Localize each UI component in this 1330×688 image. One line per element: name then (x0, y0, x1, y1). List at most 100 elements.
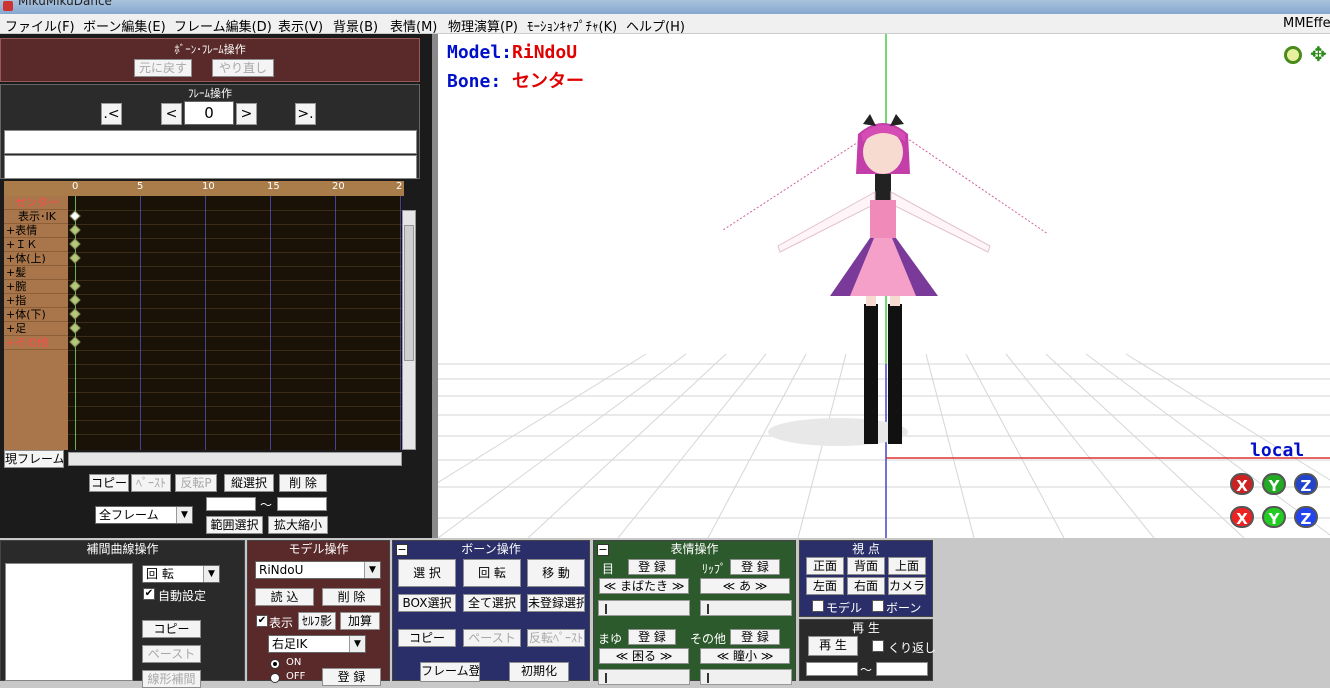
keyframe-marker[interactable] (69, 308, 81, 320)
curve-editor[interactable] (5, 563, 133, 681)
row-label-lower-body[interactable]: +体(下) (4, 308, 68, 322)
model-select[interactable]: RiNdoU ▼ (255, 561, 381, 579)
loop-checkbox[interactable] (872, 640, 884, 652)
row-label-upper-body[interactable]: +体(上) (4, 252, 68, 266)
interp-copy-button[interactable]: コピー (142, 620, 201, 638)
frame-number-input[interactable]: 0 (184, 101, 234, 125)
paste-button[interactable]: ﾍﾟｰｽﾄ (131, 474, 171, 492)
keyframe-marker[interactable] (69, 280, 81, 292)
additive-button[interactable]: 加算 (340, 612, 380, 630)
next-frame-button[interactable]: > (236, 103, 257, 125)
menu-background[interactable]: 背景(B) (333, 16, 378, 35)
play-end-input[interactable] (876, 662, 928, 676)
keyframe-marker[interactable] (69, 210, 81, 222)
view-top-button[interactable]: 上面 (888, 557, 926, 575)
bone-init-button[interactable]: 初期化 (509, 662, 569, 682)
keyframe-marker[interactable] (69, 238, 81, 250)
model-register-button[interactable]: 登 録 (322, 668, 381, 686)
range-end-input[interactable] (277, 497, 327, 511)
menu-face[interactable]: 表情(M) (390, 16, 437, 35)
character-model[interactable] (777, 114, 991, 444)
frame-filter-select[interactable]: 全フレーム ▼ (95, 506, 193, 524)
menu-mmeffect[interactable]: MMEffect (1283, 16, 1330, 31)
linear-interp-button[interactable]: 線形補間 (142, 670, 201, 688)
menu-file[interactable]: ファイル(F) (5, 16, 75, 35)
eye-morph-select[interactable]: ≪ まばたき ≫ (599, 578, 689, 594)
menu-physics[interactable]: 物理演算(P) (448, 16, 518, 35)
view-front-button[interactable]: 正面 (806, 557, 844, 575)
interp-axis-select[interactable]: 回 転 ▼ (142, 565, 220, 583)
row-label-face[interactable]: +表情 (4, 224, 68, 238)
bone-reverse-paste-button[interactable]: 反転ﾍﾟｰｽﾄ (527, 629, 585, 647)
other-register-button[interactable]: 登 録 (730, 629, 780, 645)
z-rotate-icon[interactable]: Z (1294, 473, 1318, 495)
follow-bone-checkbox[interactable] (872, 600, 884, 612)
row-label-other[interactable]: +その他 (4, 336, 68, 350)
row-label-ik[interactable]: +ＩＫ (4, 238, 68, 252)
lip-register-button[interactable]: 登 録 (730, 559, 780, 575)
row-label-hair[interactable]: +髪 (4, 266, 68, 280)
range-start-input[interactable] (206, 497, 256, 511)
eye-register-button[interactable]: 登 録 (628, 559, 676, 575)
bone-select-button[interactable]: 選 択 (398, 559, 456, 587)
zoom-button[interactable]: 拡大縮小 (268, 516, 328, 534)
ik-on-radio[interactable] (270, 659, 280, 669)
bone-paste-button[interactable]: ペースト (463, 629, 521, 647)
menu-frame-edit[interactable]: フレーム編集(D) (174, 16, 272, 35)
keyframe-marker[interactable] (69, 336, 81, 348)
box-select-button[interactable]: BOX選択 (398, 594, 456, 612)
current-frame-button[interactable]: 現フレーム (4, 450, 64, 468)
row-label-display-ik[interactable]: 表示･IK (4, 210, 68, 224)
follow-model-checkbox[interactable] (812, 600, 824, 612)
interp-paste-button[interactable]: ペースト (142, 645, 201, 663)
move-view-icon[interactable]: ✥ (1310, 44, 1330, 64)
other-morph-select[interactable]: ≪ 瞳小 ≫ (700, 648, 790, 664)
y-move-icon[interactable]: Y (1262, 506, 1286, 528)
view-left-button[interactable]: 左面 (806, 577, 844, 595)
show-model-checkbox[interactable]: ✔ (256, 615, 268, 627)
reverse-paste-button[interactable]: 反転P (175, 474, 217, 492)
timeline-horizontal-scrollbar[interactable] (68, 452, 402, 466)
auto-setting-checkbox[interactable]: ✔ (143, 588, 155, 600)
load-model-button[interactable]: 読 込 (255, 588, 314, 606)
keyframe-marker[interactable] (69, 322, 81, 334)
row-label-leg[interactable]: +足 (4, 322, 68, 336)
menu-view[interactable]: 表示(V) (278, 16, 323, 35)
menu-bone-edit[interactable]: ボーン編集(E) (83, 16, 166, 35)
keyframe-marker[interactable] (69, 294, 81, 306)
prev-key-button[interactable]: .< (101, 103, 122, 125)
undo-button[interactable]: 元に戻す (134, 59, 192, 77)
view-back-button[interactable]: 背面 (847, 557, 885, 575)
menu-help[interactable]: ヘルプ(H) (626, 16, 685, 35)
play-button[interactable]: 再 生 (808, 636, 858, 656)
3d-viewport[interactable] (438, 34, 1330, 538)
vertical-select-button[interactable]: 縦選択 (224, 474, 274, 492)
view-right-button[interactable]: 右面 (847, 577, 885, 595)
delete-model-button[interactable]: 削 除 (322, 588, 381, 606)
zoom-icon[interactable] (1284, 46, 1302, 64)
redo-button[interactable]: やり直し (212, 59, 274, 77)
x-rotate-icon[interactable]: X (1230, 473, 1254, 495)
bone-move-button[interactable]: 移 動 (527, 559, 585, 587)
ik-off-radio[interactable] (270, 673, 280, 683)
timeline-vertical-scrollbar[interactable] (402, 210, 416, 450)
brow-slider[interactable] (598, 669, 690, 685)
delete-frame-button[interactable]: 削 除 (279, 474, 327, 492)
keyframe-marker[interactable] (69, 252, 81, 264)
ik-bone-select[interactable]: 右足IK ▼ (268, 635, 366, 653)
row-label-finger[interactable]: +指 (4, 294, 68, 308)
select-all-button[interactable]: 全て選択 (463, 594, 521, 612)
view-camera-button[interactable]: カメラ (888, 577, 926, 595)
menu-motion-capture[interactable]: ﾓｰｼｮﾝｷｬﾌﾟﾁｬ(K) (527, 16, 617, 35)
row-label-arm[interactable]: +腕 (4, 280, 68, 294)
unregistered-select-button[interactable]: 未登録選択 (527, 594, 585, 612)
row-label-center[interactable]: センター (4, 196, 68, 210)
copy-button[interactable]: コピー (89, 474, 129, 492)
timeline-grid[interactable] (68, 196, 402, 450)
play-start-input[interactable] (806, 662, 858, 676)
frame-register-button[interactable]: フレーム登録 (420, 662, 480, 682)
self-shadow-button[interactable]: ｾﾙﾌ影 (298, 612, 336, 630)
other-slider[interactable] (700, 669, 792, 685)
x-move-icon[interactable]: X (1230, 506, 1254, 528)
brow-morph-select[interactable]: ≪ 困る ≫ (599, 648, 689, 664)
